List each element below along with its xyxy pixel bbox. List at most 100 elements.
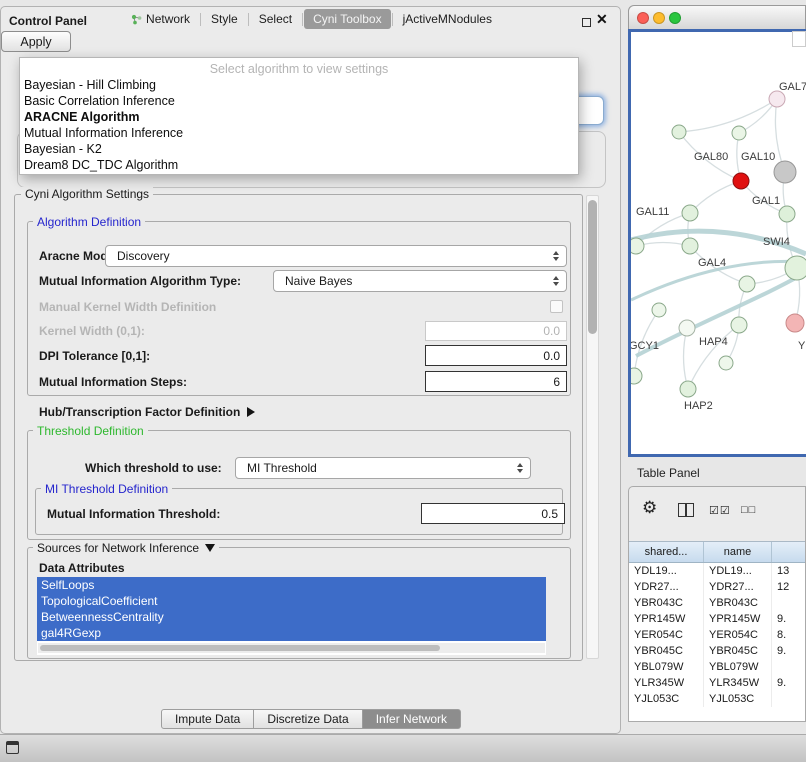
table-row[interactable]: YJL053CYJL053C (629, 691, 806, 707)
table-panel-window: ⚙ ☑☑ □□ shared...name YDL19...YDL19...13… (628, 486, 806, 722)
dropdown-item[interactable]: Dream8 DC_TDC Algorithm (20, 157, 578, 173)
network-node[interactable] (631, 238, 644, 254)
network-node[interactable] (732, 126, 746, 140)
mi-steps-field[interactable]: 6 (425, 371, 567, 392)
network-window-titlebar[interactable] (629, 6, 805, 30)
bottom-tab-impute-data[interactable]: Impute Data (161, 709, 254, 729)
table-cell: YBR043C (704, 595, 772, 611)
tab-select[interactable]: Select (250, 9, 301, 29)
network-node[interactable] (769, 91, 785, 107)
network-edge[interactable] (688, 325, 739, 389)
column-header[interactable]: shared... (629, 542, 704, 562)
column-header[interactable]: name (704, 542, 772, 562)
table-row[interactable]: YER054CYER054C8. (629, 627, 806, 643)
column-layout-icon[interactable] (678, 503, 694, 517)
table-row[interactable]: YDR27...YDR27...12 (629, 579, 806, 595)
canvas-scrollbar-corner[interactable] (792, 31, 806, 47)
manual-kernel-width-checkbox[interactable] (550, 300, 563, 313)
network-node[interactable] (719, 356, 733, 370)
gear-icon[interactable]: ⚙ (642, 498, 657, 518)
table-row[interactable]: YLR345WYLR345W9. (629, 675, 806, 691)
table-cell (772, 595, 806, 611)
dropdown-item[interactable]: Bayesian - K2 (20, 141, 578, 157)
dropdown-item[interactable]: ARACNE Algorithm (20, 109, 578, 125)
aracne-mode-select[interactable]: Discovery (105, 245, 567, 267)
dropdown-item[interactable]: Basic Correlation Inference (20, 93, 578, 109)
manual-kernel-width-label: Manual Kernel Width Definition (39, 296, 216, 318)
dropdown-item[interactable]: Bayesian - Hill Climbing (20, 77, 578, 93)
table-cell: 12 (772, 579, 806, 595)
network-node[interactable] (680, 381, 696, 397)
network-node[interactable] (679, 320, 695, 336)
bottom-tab-infer-network[interactable]: Infer Network (362, 709, 461, 729)
network-node[interactable] (682, 238, 698, 254)
attribute-item[interactable]: SelfLoops (37, 577, 546, 593)
network-node[interactable] (785, 256, 806, 280)
table-row[interactable]: YDL19...YDL19...13 (629, 563, 806, 579)
network-node[interactable] (682, 205, 698, 221)
network-edge[interactable] (684, 328, 688, 389)
tab-cyni-toolbox[interactable]: Cyni Toolbox (304, 9, 390, 29)
zoom-traffic-light-icon[interactable] (669, 12, 681, 24)
network-node[interactable] (631, 368, 642, 384)
expand-arrow-icon[interactable] (247, 407, 255, 417)
kernel-width-field[interactable]: 0.0 (425, 321, 567, 341)
kernel-width-value: 0.0 (543, 324, 560, 338)
control-panel-window: Control Panel ✕ NetworkStyleSelectCyni T… (0, 6, 621, 734)
cyni-algorithm-settings-title: Cyni Algorithm Settings (21, 187, 153, 201)
select-all-icon[interactable]: ☑☑ (709, 504, 731, 517)
column-header[interactable] (772, 542, 806, 562)
tab-separator (302, 13, 303, 26)
apply-button[interactable]: Apply (1, 31, 71, 52)
table-cell: YBL079W (629, 659, 704, 675)
float-window-icon[interactable] (582, 18, 591, 27)
collapse-arrow-icon[interactable] (205, 544, 215, 552)
node-label: GAL4 (698, 257, 726, 269)
sources-title[interactable]: Sources for Network Inference (33, 541, 219, 555)
tab-jactivemnodules[interactable]: jActiveMNodules (394, 9, 501, 29)
mi-algorithm-type-select[interactable]: Naive Bayes (273, 270, 567, 292)
tab-network[interactable]: Network (122, 9, 199, 29)
network-node[interactable] (652, 303, 666, 317)
table-row[interactable]: YBR045CYBR045C9. (629, 643, 806, 659)
network-node[interactable] (739, 276, 755, 292)
attribute-item[interactable]: TopologicalCoefficient (37, 593, 546, 609)
deselect-all-icon[interactable]: □□ (741, 504, 756, 516)
bottom-tab-discretize-data[interactable]: Discretize Data (253, 709, 362, 729)
network-edge[interactable] (690, 181, 741, 213)
network-graph[interactable]: GAL7GAL80GAL10GAL11GAL1SWI4GAL4GCY1HAP4H… (631, 32, 806, 453)
minimize-traffic-light-icon[interactable] (653, 12, 665, 24)
which-threshold-select[interactable]: MI Threshold (235, 457, 531, 479)
network-node[interactable] (786, 314, 804, 332)
scrollbar-thumb[interactable] (588, 200, 597, 334)
tab-style[interactable]: Style (202, 9, 247, 29)
network-node[interactable] (672, 125, 686, 139)
close-traffic-light-icon[interactable] (637, 12, 649, 24)
dropdown-item[interactable]: Mutual Information Inference (20, 125, 578, 141)
network-node[interactable] (774, 161, 796, 183)
tab-separator (248, 13, 249, 26)
tab-separator (392, 13, 393, 26)
dpi-tolerance-field[interactable]: 0.0 (425, 345, 567, 366)
network-node[interactable] (733, 173, 749, 189)
network-node[interactable] (731, 317, 747, 333)
node-label: GCY1 (631, 340, 659, 352)
close-icon[interactable]: ✕ (596, 11, 608, 28)
network-node[interactable] (779, 206, 795, 222)
table-row[interactable]: YPR145WYPR145W9. (629, 611, 806, 627)
hub-transcription-factor-section[interactable]: Hub/Transcription Factor Definition (39, 403, 255, 421)
scrollbar-thumb[interactable] (40, 645, 440, 651)
attribute-item[interactable]: gal4RGexp (37, 625, 546, 641)
mi-algorithm-type-value: Naive Bayes (285, 274, 352, 288)
table-row[interactable]: YBL079WYBL079W (629, 659, 806, 675)
cyni-bottom-tab-strip: Impute DataDiscretize DataInfer Network (1, 709, 622, 729)
mi-threshold-field[interactable]: 0.5 (421, 503, 565, 524)
attributes-horizontal-scrollbar[interactable] (38, 643, 545, 653)
attribute-item[interactable]: BetweennessCentrality (37, 609, 546, 625)
restore-panel-icon[interactable] (6, 741, 19, 754)
node-label: GAL11 (636, 206, 669, 218)
table-cell: YPR145W (704, 611, 772, 627)
network-edge[interactable] (679, 99, 777, 132)
table-cell: 9. (772, 675, 806, 691)
table-row[interactable]: YBR043CYBR043C (629, 595, 806, 611)
